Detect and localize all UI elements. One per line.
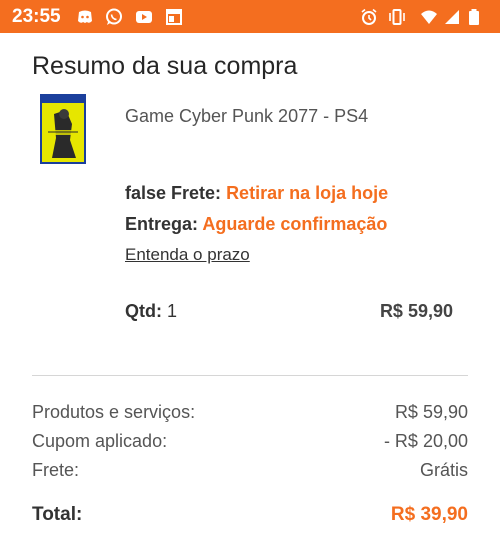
quantity-label: Qtd: [125, 301, 162, 321]
delivery-label: Entrega: [125, 214, 199, 234]
understand-deadline-link[interactable]: Entenda o prazo [125, 245, 250, 265]
coupon-label: Cupom aplicado: [32, 431, 168, 451]
whatsapp-icon [105, 8, 123, 26]
shipping-value: Retirar na loja hoje [226, 183, 389, 203]
shipping-label: false Frete: [125, 183, 222, 203]
vibrate-icon [388, 8, 406, 26]
signal-icon [443, 8, 461, 26]
page-title: Resumo da sua compra [32, 52, 298, 80]
coupon-value: - R$ 20,00 [383, 431, 468, 451]
youtube-icon [135, 8, 153, 26]
battery-icon [468, 8, 480, 26]
total-label: Total: [32, 504, 83, 525]
total-value: R$ 39,90 [390, 504, 468, 525]
delivery-value: Aguarde confirmação [202, 214, 388, 234]
products-label: Produtos e serviços: [32, 402, 196, 422]
status-bar: 23:55 [0, 0, 500, 33]
game-cover-image [40, 94, 86, 164]
alarm-icon [360, 8, 378, 26]
wifi-icon [420, 8, 438, 26]
browser-window-icon [165, 8, 183, 26]
quantity-value: 1 [167, 301, 178, 321]
status-time: 23:55 [12, 6, 61, 27]
delivery-info: Entrega: Aguarde confirmação [125, 214, 387, 235]
discord-icon [76, 8, 94, 26]
shipping-info: false Frete: Retirar na loja hoje [125, 183, 388, 204]
quantity-info: Qtd: 1 [125, 301, 177, 322]
divider [32, 375, 468, 376]
products-value: R$ 59,90 [394, 402, 468, 422]
shipping-summary-label: Frete: [32, 460, 80, 480]
product-name: Game Cyber Punk 2077 - PS4 [125, 106, 369, 126]
item-price: R$ 59,90 [379, 301, 453, 321]
shipping-summary-value: Grátis [419, 460, 468, 480]
